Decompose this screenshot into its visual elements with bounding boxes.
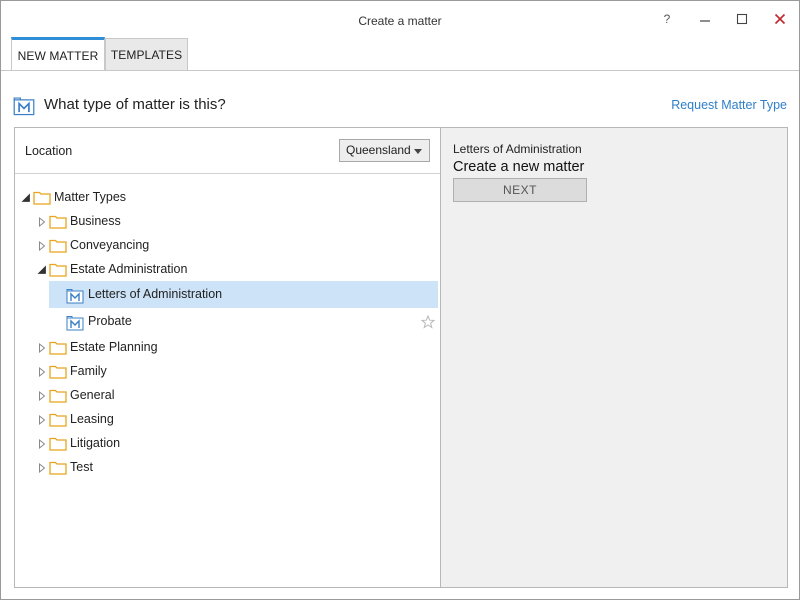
expand-arrow-icon[interactable] [37, 217, 47, 227]
selected-matter-type: Letters of Administration [453, 142, 582, 156]
expand-arrow-icon[interactable] [37, 343, 47, 353]
tree-node-test[interactable]: Test [15, 456, 440, 480]
window-title: Create a matter [358, 14, 442, 28]
folder-icon [33, 190, 51, 205]
tree-node-estate-planning[interactable]: Estate Planning [15, 336, 440, 360]
tree-node-label: Letters of Administration [88, 287, 223, 301]
tree-node-label: Estate Administration [70, 262, 188, 276]
heading-row: What type of matter is this? Request Mat… [13, 94, 787, 118]
maximize-icon [736, 13, 748, 25]
tab-divider [1, 70, 799, 71]
tree-node-leasing[interactable]: Leasing [15, 408, 440, 432]
tree-node-label: Probate [88, 314, 132, 328]
expand-arrow-icon[interactable] [37, 367, 47, 377]
tree-node-label: Matter Types [54, 190, 127, 204]
folder-icon [49, 412, 67, 427]
tree-node-probate[interactable]: Probate [15, 310, 440, 334]
tree-node-label: Test [70, 460, 93, 474]
help-button[interactable]: ? [655, 9, 679, 29]
tab-bar: NEW MATTER TEMPLATES [11, 37, 789, 71]
folder-icon [49, 340, 67, 355]
expand-arrow-icon[interactable] [37, 415, 47, 425]
tab-templates[interactable]: TEMPLATES [105, 38, 188, 71]
location-select[interactable]: Queensland [339, 139, 430, 162]
help-icon: ? [663, 12, 671, 26]
folder-icon [49, 238, 67, 253]
folder-icon [49, 364, 67, 379]
folder-icon [49, 214, 67, 229]
title-bar: Create a matter ? [1, 1, 799, 37]
tree-node-matter-types[interactable]: Matter Types [15, 186, 440, 210]
location-row: Location Queensland [15, 128, 440, 174]
tree-node-letters-of-administration[interactable]: Letters of Administration [15, 283, 440, 307]
expand-arrow-icon[interactable] [37, 241, 47, 251]
detail-title: Create a new matter [453, 159, 585, 175]
expand-arrow-icon[interactable] [37, 391, 47, 401]
matter-icon [66, 288, 84, 304]
tree-node-label: Family [70, 364, 107, 378]
collapse-arrow-icon[interactable] [21, 193, 31, 203]
folder-icon [49, 388, 67, 403]
tab-new-matter[interactable]: NEW MATTER [11, 37, 105, 71]
matter-icon [66, 315, 84, 331]
matter-detail-pane: Letters of Administration Create a new m… [441, 128, 787, 587]
tree-node-general[interactable]: General [15, 384, 440, 408]
tree-node-label: Business [70, 214, 121, 228]
expand-arrow-icon[interactable] [37, 439, 47, 449]
tree-node-family[interactable]: Family [15, 360, 440, 384]
tree-node-conveyancing[interactable]: Conveyancing [15, 234, 440, 258]
tree-node-estate-administration[interactable]: Estate Administration [15, 258, 440, 282]
favourite-star-icon[interactable] [421, 315, 435, 329]
collapse-arrow-icon[interactable] [37, 265, 47, 275]
tree-node-label: Estate Planning [70, 340, 158, 354]
tree-node-label: Leasing [70, 412, 114, 426]
request-matter-type-link[interactable]: Request Matter Type [671, 98, 787, 112]
tree-node-label: Conveyancing [70, 238, 150, 252]
tree-node-business[interactable]: Business [15, 210, 440, 234]
close-button[interactable] [768, 9, 792, 29]
matter-icon [13, 96, 35, 116]
next-button[interactable]: NEXT [453, 178, 587, 202]
chevron-down-icon [414, 149, 422, 154]
page-title: What type of matter is this? [44, 96, 226, 113]
tree-node-label: General [70, 388, 115, 402]
folder-icon [49, 460, 67, 475]
matter-type-tree-pane: Location Queensland Matter Types Busines… [15, 128, 441, 587]
location-label: Location [25, 144, 73, 158]
expand-arrow-icon[interactable] [37, 463, 47, 473]
maximize-button[interactable] [730, 9, 754, 29]
tree-node-label: Litigation [70, 436, 121, 450]
folder-icon [49, 436, 67, 451]
location-selected-value: Queensland [346, 143, 411, 157]
matter-type-panel: Location Queensland Matter Types Busines… [14, 127, 788, 588]
minimize-icon [700, 20, 710, 22]
close-icon [774, 13, 786, 25]
folder-icon [49, 262, 67, 277]
tree-node-litigation[interactable]: Litigation [15, 432, 440, 456]
minimize-button[interactable] [693, 9, 717, 29]
create-matter-window: Create a matter ? NEW MATTER TEMPLATES W… [0, 0, 800, 600]
